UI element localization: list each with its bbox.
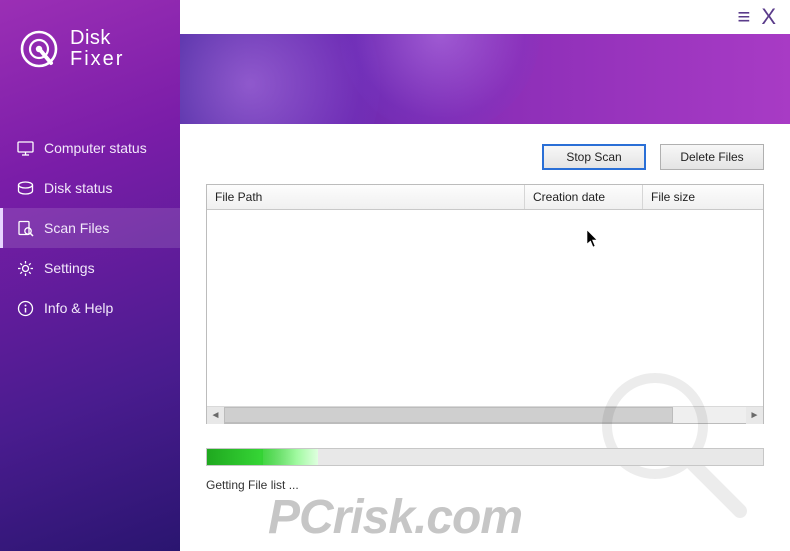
monitor-icon xyxy=(16,139,34,157)
action-buttons: Stop Scan Delete Files xyxy=(206,144,764,170)
sidebar-item-label: Disk status xyxy=(44,180,112,196)
window-controls: ≡ X xyxy=(180,0,790,34)
app-title-line1: Disk xyxy=(70,28,124,49)
scroll-thumb[interactable] xyxy=(224,407,673,423)
sidebar: Disk Fixer Computer status Disk status xyxy=(0,0,180,551)
scroll-left-arrow-icon[interactable]: ◄ xyxy=(207,407,224,424)
info-icon xyxy=(16,299,34,317)
disk-icon xyxy=(16,179,34,197)
file-search-icon xyxy=(16,219,34,237)
main-panel: ≡ X Stop Scan Delete Files File Path Cre… xyxy=(180,0,790,551)
close-icon[interactable]: X xyxy=(761,6,776,28)
app-title-line2: Fixer xyxy=(70,49,124,70)
delete-files-button[interactable]: Delete Files xyxy=(660,144,764,170)
table-body xyxy=(207,210,763,406)
sidebar-item-settings[interactable]: Settings xyxy=(0,248,180,288)
horizontal-scrollbar[interactable]: ◄ ► xyxy=(207,406,763,423)
sidebar-item-computer-status[interactable]: Computer status xyxy=(0,128,180,168)
column-file-size[interactable]: File size xyxy=(643,185,763,209)
column-file-path[interactable]: File Path xyxy=(207,185,525,209)
sidebar-item-disk-status[interactable]: Disk status xyxy=(0,168,180,208)
cursor-icon xyxy=(587,230,599,251)
sidebar-item-label: Settings xyxy=(44,260,95,276)
content-area: Stop Scan Delete Files File Path Creatio… xyxy=(180,124,790,551)
scroll-right-arrow-icon[interactable]: ► xyxy=(746,407,763,424)
progress-area: Getting File list ... xyxy=(206,448,764,492)
sidebar-item-info-help[interactable]: Info & Help xyxy=(0,288,180,328)
hero-banner xyxy=(180,34,790,124)
scroll-track[interactable] xyxy=(224,407,746,423)
progress-bar xyxy=(206,448,764,466)
app-logo: Disk Fixer xyxy=(0,0,180,100)
gear-icon xyxy=(16,259,34,277)
column-creation-date[interactable]: Creation date xyxy=(525,185,643,209)
sidebar-nav: Computer status Disk status Scan Files S… xyxy=(0,128,180,328)
sidebar-item-label: Info & Help xyxy=(44,300,113,316)
file-table: File Path Creation date File size ◄ ► xyxy=(206,184,764,424)
sidebar-item-label: Computer status xyxy=(44,140,147,156)
table-header: File Path Creation date File size xyxy=(207,185,763,210)
sidebar-item-scan-files[interactable]: Scan Files xyxy=(0,208,180,248)
hamburger-icon[interactable]: ≡ xyxy=(737,6,747,28)
app-title: Disk Fixer xyxy=(70,28,124,70)
stop-scan-button[interactable]: Stop Scan xyxy=(542,144,646,170)
status-text: Getting File list ... xyxy=(206,478,764,492)
progress-head xyxy=(263,449,319,465)
app-window: Disk Fixer Computer status Disk status xyxy=(0,0,790,551)
disk-fixer-logo-icon xyxy=(18,28,60,70)
sidebar-item-label: Scan Files xyxy=(44,220,109,236)
